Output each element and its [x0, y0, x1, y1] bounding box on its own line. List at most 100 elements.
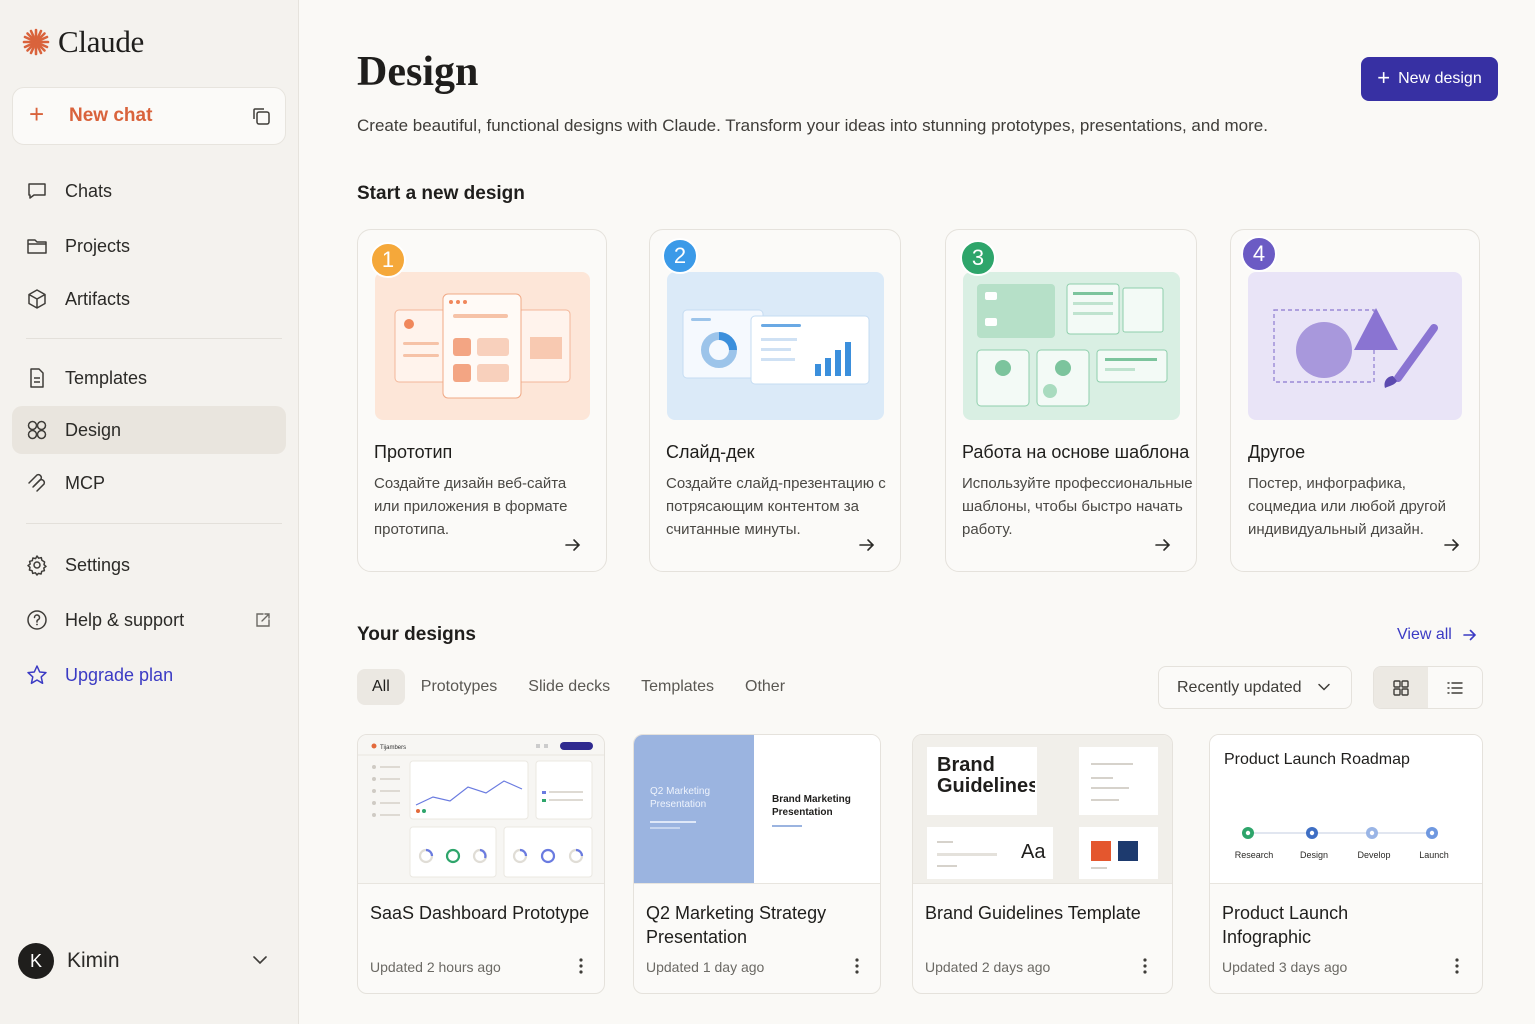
- design-updated: Updated 1 day ago: [646, 959, 765, 975]
- thumb-brand-marketing-title: Brand Marketing Presentation: [772, 794, 851, 818]
- sidebar: Claude + New chat Chats Projects Artifac…: [0, 0, 299, 1024]
- thumb-aa: Aa: [1021, 841, 1046, 863]
- template-illustration: [963, 272, 1180, 420]
- design-thumbnail: Brand Guidelines Aa: [913, 735, 1172, 884]
- new-design-label: New design: [1398, 70, 1482, 87]
- card-description: Создайте слайд-презентацию с потрясающим…: [666, 475, 886, 538]
- sidebar-item-label: Templates: [65, 367, 148, 388]
- page-subtitle: Create beautiful, functional designs wit…: [357, 116, 1268, 135]
- design-updated: Updated 2 hours ago: [370, 959, 501, 975]
- more-options-icon[interactable]: [578, 957, 584, 975]
- card-title: Другое: [1248, 442, 1306, 462]
- design-updated: Updated 2 days ago: [925, 959, 1051, 975]
- filter-templates[interactable]: Templates: [626, 669, 729, 705]
- card-description: Создайте дизайн веб-сайта или приложения…: [374, 475, 568, 538]
- view-toggle: [1373, 666, 1483, 709]
- chat-bubble-icon: [28, 183, 46, 199]
- design-title: Product Launch Infographic: [1222, 903, 1349, 947]
- design-thumbnail: Q2 Marketing Presentation Brand Marketin…: [634, 735, 880, 884]
- template-card-other[interactable]: 4 Другое Постер, инфографика, соцмедиа и…: [1230, 229, 1480, 572]
- design-card-product-launch[interactable]: Product Launch Roadmap Research Design D…: [1209, 734, 1483, 994]
- arrow-right-icon: [859, 539, 875, 551]
- thumb-q2-title: Q2 Marketing Presentation: [650, 786, 711, 810]
- step-badge: 4: [1241, 236, 1277, 272]
- step-badge: 1: [370, 242, 406, 278]
- sidebar-item-upgrade[interactable]: Upgrade plan: [12, 651, 286, 699]
- roadmap-step-label: Design: [1300, 850, 1328, 860]
- slide-deck-illustration: [667, 272, 884, 420]
- claude-spark-icon: [22, 28, 50, 56]
- sidebar-item-label: Projects: [65, 235, 131, 256]
- filter-prototypes[interactable]: Prototypes: [406, 669, 512, 705]
- grid-icon: [1393, 679, 1409, 696]
- template-card-prototype[interactable]: 1 Прототип Создайте дизайн веб-сайта или…: [357, 229, 607, 572]
- sidebar-item-design[interactable]: Design: [12, 406, 286, 454]
- more-options-icon[interactable]: [854, 957, 860, 975]
- sidebar-item-label: Help & support: [65, 609, 185, 630]
- sidebar-item-mcp[interactable]: MCP: [12, 459, 286, 507]
- view-all-link[interactable]: View all: [1397, 626, 1478, 644]
- user-menu[interactable]: K Kimin: [18, 942, 278, 980]
- plus-icon: +: [1377, 64, 1391, 90]
- card-title: Прототип: [374, 442, 453, 462]
- mcp-icon: [28, 473, 46, 492]
- sort-dropdown[interactable]: Recently updated: [1158, 666, 1352, 709]
- your-designs-heading: Your designs: [357, 624, 476, 645]
- grid-circles-icon: [27, 420, 47, 440]
- filter-slide-decks[interactable]: Slide decks: [513, 669, 625, 705]
- roadmap-step-label: Develop: [1357, 850, 1390, 860]
- thumb-brand: Tijambers: [380, 745, 406, 751]
- list-view-button[interactable]: [1428, 667, 1482, 708]
- template-card-from-template[interactable]: 3 Работа на основе шаблона Используйте п…: [945, 229, 1197, 572]
- sidebar-item-label: Artifacts: [65, 288, 131, 309]
- design-title: Brand Guidelines Template: [925, 903, 1141, 923]
- new-chat-button[interactable]: + New chat: [12, 87, 286, 145]
- help-circle-icon: [27, 610, 47, 630]
- design-card-brand-guidelines[interactable]: Brand Guidelines Aa Brand Guidelines Tem…: [912, 734, 1173, 994]
- chevron-down-icon: [1318, 683, 1330, 691]
- template-card-slide-deck[interactable]: 2 Слайд-дек Создайте слайд-презентацию с…: [649, 229, 901, 572]
- card-title: Слайд-дек: [666, 442, 755, 462]
- grid-view-button[interactable]: [1374, 667, 1428, 708]
- logo[interactable]: Claude: [22, 24, 144, 60]
- more-options-icon[interactable]: [1142, 957, 1148, 975]
- document-icon: [30, 368, 44, 388]
- design-card-q2-marketing[interactable]: Q2 Marketing Presentation Brand Marketin…: [633, 734, 881, 994]
- new-design-button[interactable]: + New design: [1361, 57, 1498, 101]
- sidebar-item-templates[interactable]: Templates: [12, 354, 286, 402]
- design-card-saas-dashboard[interactable]: Tijambers SaaS Dashboard Prototype Updat…: [357, 734, 605, 994]
- design-filter-tabs: All Prototypes Slide decks Templates Oth…: [357, 669, 801, 705]
- more-options-icon[interactable]: [1454, 957, 1460, 975]
- filter-other[interactable]: Other: [730, 669, 800, 705]
- external-link-icon: [256, 613, 270, 627]
- cube-icon: [28, 289, 46, 309]
- page-title: Design: [357, 49, 479, 95]
- sidebar-item-label: Upgrade plan: [65, 664, 174, 685]
- list-icon: [1447, 681, 1463, 694]
- thumb-brand-title: Brand Guidelines: [937, 755, 1035, 797]
- folder-icon: [27, 239, 47, 254]
- copy-icon[interactable]: [251, 106, 271, 126]
- sidebar-item-settings[interactable]: Settings: [12, 541, 286, 589]
- gear-icon: [27, 555, 47, 576]
- sidebar-item-label: Design: [65, 419, 122, 440]
- arrow-right-icon: [565, 539, 581, 551]
- sidebar-item-projects[interactable]: Projects: [12, 222, 286, 270]
- user-name: Kimin: [67, 949, 120, 972]
- sidebar-divider: [26, 338, 282, 339]
- arrow-right-icon: [1155, 539, 1171, 551]
- arrow-right-icon: [1463, 629, 1476, 641]
- sidebar-item-help[interactable]: Help & support: [12, 596, 286, 644]
- thumb-roadmap-title: Product Launch Roadmap: [1224, 751, 1410, 768]
- card-description: Постер, инфографика, соцмедиа или любой …: [1248, 475, 1447, 538]
- filter-all[interactable]: All: [357, 669, 405, 705]
- sidebar-item-artifacts[interactable]: Artifacts: [12, 275, 286, 323]
- design-thumbnail: Product Launch Roadmap Research Design D…: [1210, 735, 1482, 884]
- design-title: SaaS Dashboard Prototype: [370, 903, 590, 923]
- step-badge: 3: [960, 240, 996, 276]
- other-illustration: [1248, 272, 1462, 420]
- sidebar-item-chats[interactable]: Chats: [12, 167, 286, 215]
- new-chat-label: New chat: [69, 105, 153, 126]
- brand-name: Claude: [58, 24, 145, 59]
- plus-icon: +: [29, 99, 45, 129]
